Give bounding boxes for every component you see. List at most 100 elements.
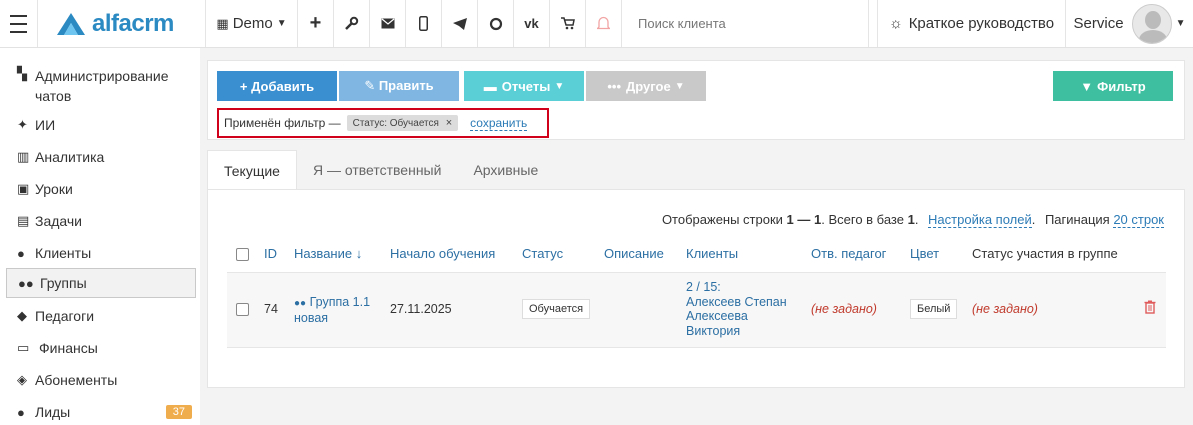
branch-selector[interactable]: ▦ Demo ▼ — [206, 0, 298, 47]
print-icon: ▬ — [483, 78, 497, 94]
tag-icon: ◈ — [17, 372, 27, 387]
sidebar-item-label: Абонементы — [35, 372, 118, 388]
client-link[interactable]: Алексеева — [686, 309, 748, 323]
client-search-input[interactable]: Поиск клиента — [622, 0, 869, 47]
add-button[interactable]: + Добавить — [217, 71, 337, 101]
group-name-link[interactable]: ●● Группа 1.1 новая — [294, 295, 384, 325]
logo-icon — [57, 12, 85, 35]
total-count: 1 — [907, 212, 915, 227]
wrench-icon[interactable] — [334, 0, 370, 47]
reports-button[interactable]: ▬ Отчеты ▼ — [464, 71, 584, 101]
groups-table-panel: Отображены строки 1 — 1. Всего в базе 1.… — [207, 189, 1185, 388]
sidebar-item-chat-admin[interactable]: ▚ Администрирование чатов — [6, 66, 196, 106]
sidebar-item-ai[interactable]: ✦ ИИ — [6, 115, 196, 135]
sparkle-icon: ✦ — [17, 117, 28, 132]
sidebar-item-label: Аналитика — [35, 149, 105, 165]
sidebar-item-tasks[interactable]: ▤ Задачи — [6, 211, 196, 231]
sidebar-item-label: ИИ — [35, 117, 56, 133]
col-teacher[interactable]: Отв. педагог — [811, 246, 886, 261]
logo[interactable]: alfacrm — [38, 0, 206, 47]
cart-icon[interactable] — [550, 0, 586, 47]
sidebar-item-label: Задачи — [35, 213, 83, 229]
col-clients[interactable]: Клиенты — [686, 246, 738, 261]
telegram-icon[interactable] — [442, 0, 478, 47]
leads-count-badge: 37 — [165, 405, 192, 419]
vk-icon[interactable]: vk — [514, 0, 550, 47]
filter-chip-label: Статус: Обучается — [352, 118, 439, 129]
group-name-line2: новая — [294, 311, 329, 325]
sidebar-item-label: Группы — [40, 275, 87, 291]
shown-range: 1 — 1 — [786, 212, 822, 227]
filter-label: Фильтр — [1097, 78, 1146, 94]
client-link[interactable]: Алексеев Степан — [686, 295, 787, 309]
sidebar-item-subscriptions[interactable]: ◈ Абонементы — [6, 370, 196, 390]
chevron-down-icon: ▼ — [554, 80, 565, 92]
tab-current[interactable]: Текущие — [207, 150, 297, 190]
graduation-cap-icon: ◆ — [17, 308, 27, 323]
whatsapp-icon[interactable] — [478, 0, 514, 47]
user-plus-icon: ● — [17, 404, 25, 420]
select-all-checkbox[interactable] — [236, 248, 249, 261]
status-badge: Обучается — [522, 299, 591, 319]
reports-label: Отчеты — [501, 78, 551, 94]
col-status[interactable]: Статус — [522, 246, 563, 261]
user-icon: ● — [17, 245, 25, 261]
applied-filter-bar: Применён фильтр — Статус: Обучается × со… — [217, 108, 549, 138]
sidebar-item-label: Уроки — [35, 181, 73, 197]
filter-chip-status[interactable]: Статус: Обучается × — [346, 115, 459, 131]
quick-guide-button[interactable]: ☼ Краткое руководство — [877, 0, 1066, 47]
sidebar-item-groups[interactable]: ●● Группы — [6, 268, 196, 298]
tabs: Текущие Я — ответственный Архивные — [207, 150, 554, 190]
trash-icon[interactable] — [1144, 300, 1156, 317]
sidebar-item-finance[interactable]: ▭ Финансы — [6, 338, 196, 358]
col-color[interactable]: Цвет — [910, 246, 939, 261]
col-description[interactable]: Описание — [604, 246, 664, 261]
sidebar-item-label: Администрирование чатов — [35, 68, 169, 104]
chevron-down-icon: ▼ — [1175, 18, 1186, 29]
col-name[interactable]: Название ↓ — [294, 246, 362, 261]
phone-icon[interactable] — [406, 0, 442, 47]
field-settings-link[interactable]: Настройка полей — [928, 212, 1032, 228]
row-divider — [227, 347, 1166, 348]
client-link-cont[interactable]: Виктория — [686, 324, 740, 338]
row-teacher: (не задано) — [811, 302, 877, 316]
add-icon[interactable]: + — [298, 0, 334, 47]
toolbar-panel: + Добавить ✎ Править ▬ Отчеты ▼ ••• Друг… — [207, 60, 1185, 140]
tab-archived[interactable]: Архивные — [457, 150, 554, 190]
save-filter-link[interactable]: сохранить — [470, 116, 528, 131]
branch-name: Demo — [232, 15, 273, 32]
applied-filter-label: Применён фильтр — — [224, 116, 341, 130]
dots-icon: ••• — [607, 78, 622, 94]
clients-count: 2 / 15: — [686, 280, 721, 294]
lightbulb-icon: ☼ — [888, 15, 903, 32]
avatar — [1131, 3, 1172, 44]
col-start[interactable]: Начало обучения — [390, 246, 495, 261]
edit-button[interactable]: ✎ Править — [339, 71, 459, 101]
tab-my-responsible[interactable]: Я — ответственный — [297, 150, 457, 190]
building-icon: ▦ — [216, 15, 229, 31]
sidebar-item-leads[interactable]: ● Лиды 37 — [6, 402, 196, 422]
sidebar-item-analytics[interactable]: ▥ Аналитика — [6, 147, 196, 167]
map-icon: ▥ — [17, 149, 30, 164]
col-participation: Статус участия в группе — [972, 246, 1118, 261]
sidebar-item-clients[interactable]: ● Клиенты — [6, 243, 196, 263]
bell-icon[interactable] — [586, 0, 622, 47]
clipboard-icon: ▤ — [17, 213, 30, 228]
sidebar-item-teachers[interactable]: ◆ Педагоги — [6, 306, 196, 326]
close-icon[interactable]: × — [446, 117, 452, 129]
row-participation: (не задано) — [972, 302, 1038, 316]
user-name: Service — [1073, 15, 1124, 32]
row-checkbox[interactable] — [236, 303, 249, 316]
users-icon: ●● — [294, 298, 307, 309]
menu-toggle[interactable] — [0, 0, 38, 47]
filter-button[interactable]: ▼ Фильтр — [1053, 71, 1173, 101]
mail-icon[interactable] — [370, 0, 406, 47]
other-button[interactable]: ••• Другое ▼ — [586, 71, 706, 101]
col-id[interactable]: ID — [264, 246, 277, 261]
user-menu[interactable]: Service ▼ — [1066, 0, 1193, 47]
sidebar-item-lessons[interactable]: ▣ Уроки — [6, 179, 196, 199]
row-id: 74 — [264, 302, 278, 316]
pagination-select[interactable]: 20 строк — [1113, 212, 1164, 228]
sidebar-item-label: Финансы — [39, 340, 98, 356]
users-icon: ●● — [18, 275, 34, 291]
